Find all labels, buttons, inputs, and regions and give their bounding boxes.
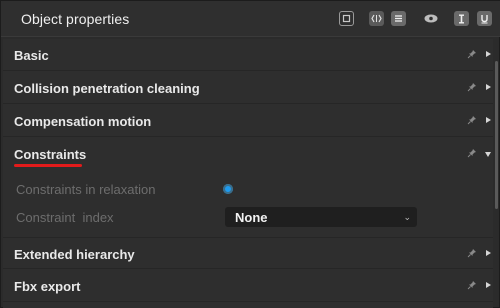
constraint-index-select[interactable]: None ⌄	[225, 207, 417, 227]
section-collision-penetration-cleaning[interactable]: Collision penetration cleaning	[3, 72, 493, 104]
section-basic[interactable]: Basic	[3, 39, 493, 71]
section-constraints[interactable]: Constraints	[3, 138, 493, 170]
pin-icon[interactable]	[467, 148, 477, 158]
section-label: Constraints	[14, 147, 87, 162]
text-cursor-icon[interactable]	[454, 11, 469, 26]
sections-list: Basic Collision penetration cleaning Com…	[3, 39, 493, 308]
chevron-right-icon[interactable]	[486, 51, 491, 57]
pin-icon[interactable]	[467, 248, 477, 258]
panel-titlebar: Object properties	[1, 1, 500, 37]
section-label: Collision penetration cleaning	[14, 81, 200, 96]
pin-icon[interactable]	[467, 49, 477, 59]
chevron-right-icon[interactable]	[486, 282, 491, 288]
constraint-index-label: Constraint index	[16, 210, 114, 225]
object-properties-panel: Object properties Basic Collision penetr…	[0, 0, 500, 308]
section-label: Basic	[14, 48, 49, 63]
constraints-in-relaxation-row: Constraints in relaxation	[3, 175, 493, 203]
constraint-index-row: Constraint index None ⌄	[3, 203, 493, 231]
underline-icon[interactable]	[477, 11, 492, 26]
code-icon[interactable]	[369, 11, 384, 26]
section-compensation-motion[interactable]: Compensation motion	[3, 105, 493, 137]
list-icon[interactable]	[391, 11, 406, 26]
frame-icon[interactable]	[339, 11, 354, 26]
pin-icon[interactable]	[467, 115, 477, 125]
section-extended-hierarchy[interactable]: Extended hierarchy	[3, 237, 493, 269]
pin-icon[interactable]	[467, 280, 477, 290]
section-label: Fbx export	[14, 279, 81, 294]
chevron-right-icon[interactable]	[486, 250, 491, 256]
chevron-right-icon[interactable]	[486, 84, 491, 90]
constraint-index-value: None	[235, 210, 268, 225]
chevron-right-icon[interactable]	[486, 117, 491, 123]
eye-icon[interactable]	[423, 11, 438, 26]
highlight-underline	[14, 164, 82, 167]
section-label: Compensation motion	[14, 114, 152, 129]
constraints-in-relaxation-radio[interactable]	[223, 184, 233, 194]
chevron-down-icon: ⌄	[403, 212, 411, 222]
vertical-scrollbar[interactable]	[495, 61, 498, 209]
section-label: Extended hierarchy	[14, 247, 135, 262]
constraints-in-relaxation-label: Constraints in relaxation	[16, 182, 156, 197]
section-fbx-export[interactable]: Fbx export	[3, 270, 493, 302]
panel-title: Object properties	[21, 11, 130, 27]
chevron-down-icon[interactable]	[485, 152, 491, 157]
pin-icon[interactable]	[467, 82, 477, 92]
